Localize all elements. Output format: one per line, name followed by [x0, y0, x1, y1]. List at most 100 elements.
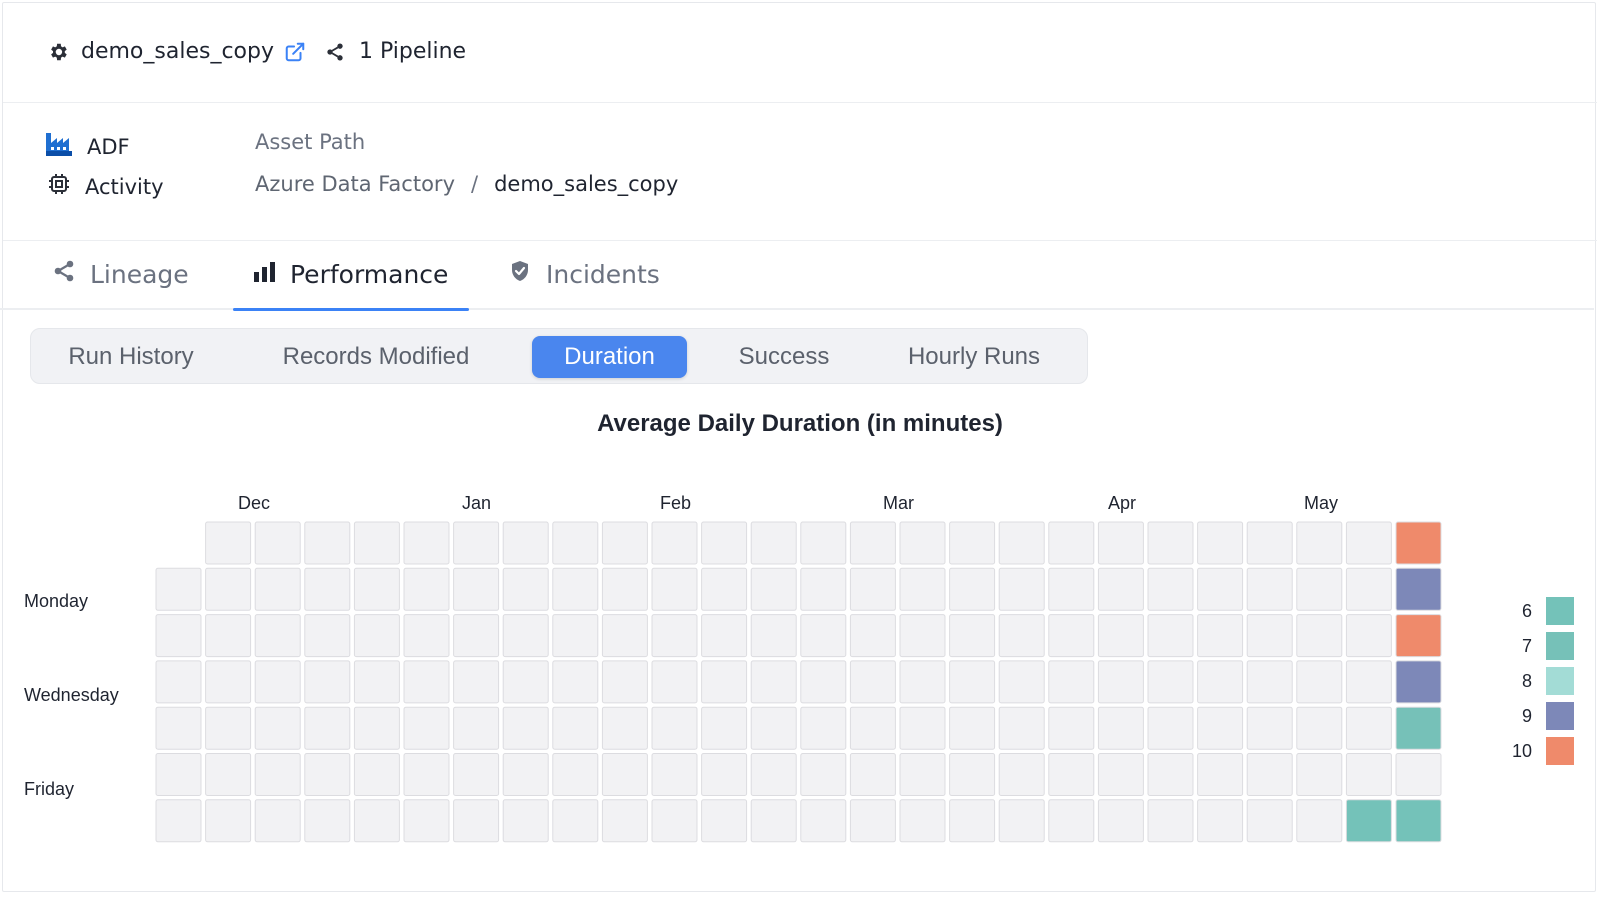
heatmap-cell[interactable] — [849, 567, 896, 611]
heatmap-cell[interactable] — [502, 521, 549, 565]
heatmap-cell[interactable] — [701, 753, 748, 796]
heatmap-cell[interactable] — [1345, 567, 1392, 611]
heatmap-cell[interactable] — [1147, 753, 1194, 796]
heatmap-cell-filled[interactable] — [1395, 706, 1442, 750]
heatmap-cell[interactable] — [453, 753, 500, 796]
heatmap-cell[interactable] — [701, 614, 748, 658]
heatmap-cell[interactable] — [800, 614, 847, 658]
heatmap-cell[interactable] — [1048, 521, 1095, 565]
heatmap-cell[interactable] — [1296, 706, 1343, 750]
heatmap-cell[interactable] — [949, 706, 996, 750]
heatmap-cell[interactable] — [1147, 614, 1194, 658]
heatmap-cell[interactable] — [899, 660, 946, 704]
heatmap-cell[interactable] — [750, 614, 797, 658]
heatmap-cell[interactable] — [949, 753, 996, 796]
heatmap-cell[interactable] — [205, 660, 252, 704]
subtab-duration[interactable]: Duration — [532, 336, 687, 378]
subtab-hourly-runs[interactable]: Hourly Runs — [891, 329, 1057, 385]
heatmap-cell[interactable] — [849, 706, 896, 750]
heatmap-cell[interactable] — [502, 753, 549, 796]
heatmap-cell[interactable] — [1296, 567, 1343, 611]
tab-performance[interactable]: Performance — [252, 238, 448, 310]
heatmap-cell[interactable] — [502, 799, 549, 843]
heatmap-cell[interactable] — [1296, 660, 1343, 704]
heatmap-cell[interactable] — [403, 706, 450, 750]
heatmap-cell[interactable] — [800, 753, 847, 796]
heatmap-cell[interactable] — [1097, 706, 1144, 750]
heatmap-cell[interactable] — [502, 660, 549, 704]
heatmap-cell[interactable] — [899, 799, 946, 843]
heatmap-cell[interactable] — [1097, 521, 1144, 565]
heatmap-cell[interactable] — [453, 799, 500, 843]
heatmap-cell[interactable] — [1197, 660, 1244, 704]
heatmap-cell[interactable] — [353, 799, 400, 843]
heatmap-cell[interactable] — [998, 706, 1045, 750]
heatmap-cell[interactable] — [899, 521, 946, 565]
external-link-icon[interactable] — [284, 41, 306, 63]
heatmap-cell[interactable] — [1197, 567, 1244, 611]
heatmap-cell[interactable] — [205, 753, 252, 796]
heatmap-cell[interactable] — [502, 614, 549, 658]
heatmap-cell[interactable] — [899, 753, 946, 796]
pipeline-count[interactable]: 1 Pipeline — [325, 39, 466, 64]
heatmap-cell[interactable] — [998, 660, 1045, 704]
heatmap-cell[interactable] — [1197, 614, 1244, 658]
heatmap-cell[interactable] — [1048, 567, 1095, 611]
heatmap-cell[interactable] — [949, 799, 996, 843]
heatmap-cell[interactable] — [1246, 799, 1293, 843]
heatmap-cell[interactable] — [601, 799, 648, 843]
heatmap-cell-filled[interactable] — [1345, 799, 1392, 843]
heatmap-cell[interactable] — [651, 567, 698, 611]
heatmap-cell[interactable] — [304, 521, 351, 565]
heatmap-cell[interactable] — [1246, 706, 1293, 750]
heatmap-cell[interactable] — [750, 799, 797, 843]
heatmap-cell[interactable] — [998, 521, 1045, 565]
heatmap-cell[interactable] — [1246, 660, 1293, 704]
heatmap-cell[interactable] — [304, 567, 351, 611]
heatmap-cell[interactable] — [750, 706, 797, 750]
heatmap-cell[interactable] — [353, 567, 400, 611]
tab-incidents[interactable]: Incidents — [508, 238, 660, 310]
heatmap-cell[interactable] — [1197, 706, 1244, 750]
heatmap-cell[interactable] — [254, 706, 301, 750]
heatmap-cell[interactable] — [1048, 660, 1095, 704]
heatmap-cell[interactable] — [155, 799, 202, 843]
heatmap-cell[interactable] — [353, 521, 400, 565]
heatmap-cell[interactable] — [701, 567, 748, 611]
heatmap-cell[interactable] — [1147, 706, 1194, 750]
heatmap-cell[interactable] — [949, 521, 996, 565]
heatmap-cell[interactable] — [800, 660, 847, 704]
heatmap-cell[interactable] — [403, 614, 450, 658]
heatmap-cell[interactable] — [1345, 706, 1392, 750]
heatmap-cell[interactable] — [1147, 567, 1194, 611]
heatmap-cell[interactable] — [899, 706, 946, 750]
heatmap-cell[interactable] — [155, 614, 202, 658]
heatmap-cell[interactable] — [1097, 753, 1144, 796]
heatmap-cell[interactable] — [552, 706, 599, 750]
heatmap-cell[interactable] — [205, 706, 252, 750]
heatmap-cell[interactable] — [651, 521, 698, 565]
heatmap-cell[interactable] — [849, 614, 896, 658]
heatmap-cell[interactable] — [1048, 706, 1095, 750]
heatmap-cell[interactable] — [651, 660, 698, 704]
heatmap-cell[interactable] — [254, 660, 301, 704]
heatmap-cell[interactable] — [1147, 799, 1194, 843]
heatmap-cell[interactable] — [453, 660, 500, 704]
heatmap-cell[interactable] — [849, 799, 896, 843]
heatmap-cell[interactable] — [601, 521, 648, 565]
heatmap-cell[interactable] — [849, 660, 896, 704]
heatmap-cell[interactable] — [403, 799, 450, 843]
heatmap-cell[interactable] — [453, 614, 500, 658]
heatmap-cell[interactable] — [1296, 614, 1343, 658]
heatmap-cell[interactable] — [155, 706, 202, 750]
heatmap-cell[interactable] — [254, 614, 301, 658]
tab-lineage[interactable]: Lineage — [52, 238, 189, 310]
heatmap-cell[interactable] — [1097, 799, 1144, 843]
heatmap-cell-filled[interactable] — [1395, 521, 1442, 565]
heatmap-cell[interactable] — [403, 567, 450, 611]
heatmap-cell[interactable] — [899, 567, 946, 611]
heatmap-cell[interactable] — [750, 660, 797, 704]
heatmap-cell[interactable] — [1048, 799, 1095, 843]
heatmap-cell[interactable] — [403, 521, 450, 565]
heatmap-cell[interactable] — [1147, 521, 1194, 565]
